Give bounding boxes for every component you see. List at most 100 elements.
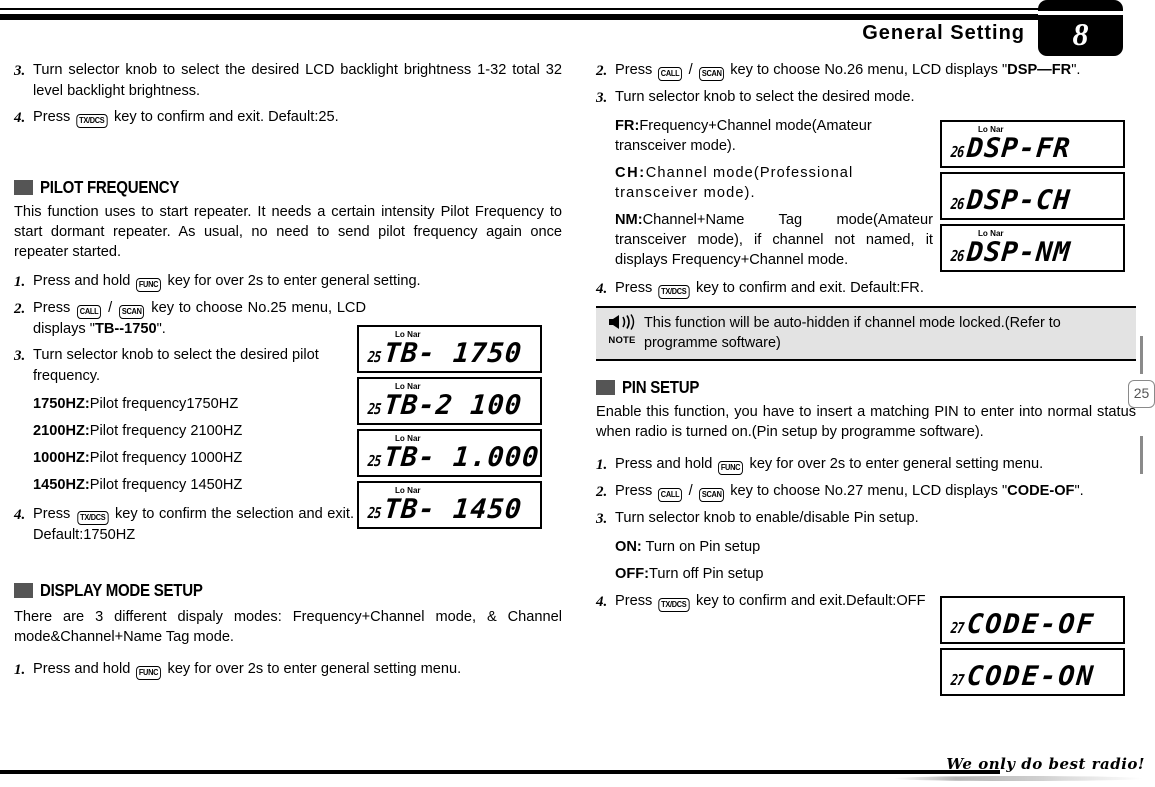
option-item: CH:Channel mode(Professional transceiver…: [615, 163, 933, 203]
step-number: 3.: [14, 348, 26, 364]
lcd-panel: Lo Nar 26 DSP-FR: [940, 120, 1125, 168]
lcd-panel: Lo Nar 25 TB-2 100: [357, 377, 542, 425]
option-desc: Turn off Pin setup: [649, 566, 764, 582]
option-item: NM:Channel+Name Tag mode(Amateur transce…: [615, 210, 933, 270]
note-text: This function will be auto-hidden if cha…: [644, 315, 1061, 351]
key-separator: /: [108, 300, 113, 316]
step-text-tail: ".: [1074, 483, 1084, 499]
lcd-text: TB-2 100: [382, 390, 524, 421]
step-text-pre: Press: [33, 109, 71, 125]
step-number: 3.: [14, 63, 26, 79]
func-key-icon[interactable]: FUNC: [718, 461, 744, 475]
step-text: Press CALL / SCAN key to choose No.27 me…: [615, 481, 1136, 502]
txdcs-key-icon[interactable]: TX/DCS: [658, 598, 690, 612]
lcd-readout: 25 TB- 1750: [367, 338, 524, 369]
step-row: 1. Press and hold FUNC key for over 2s t…: [14, 271, 562, 293]
scan-key-icon[interactable]: SCAN: [119, 305, 145, 319]
call-key-icon[interactable]: CALL: [658, 67, 683, 81]
step-text: Press and hold FUNC key for over 2s to e…: [615, 454, 1136, 475]
step-text-post: key to confirm and exit.Default:OFF: [695, 593, 926, 609]
step-number: 3.: [596, 90, 608, 106]
lcd-text: DSP-NM: [965, 237, 1073, 268]
lcd-panel: Lo Nar 26 DSP-NM: [940, 224, 1125, 272]
option-item: ON: Turn on Pin setup: [615, 537, 1136, 557]
lcd-menu-index: 26: [950, 195, 965, 213]
margin-tick-bottom: [1140, 436, 1143, 474]
step-text-post: key to choose No.26 menu, LCD displays ": [730, 62, 1008, 78]
lcd-menu-index: 27: [950, 619, 965, 637]
step-text: Press and hold FUNC key for over 2s to e…: [33, 659, 562, 680]
option-label: ON:: [615, 539, 642, 555]
speaker-icon: [609, 314, 635, 330]
step-text-pre: Press: [615, 483, 653, 499]
right-column: 2. Press CALL / SCAN key to choose No.26…: [596, 0, 1136, 618]
lcd-panel: 27 CODE-OF: [940, 596, 1125, 644]
lcd-menu-index: 27: [950, 671, 965, 689]
section-bullet-icon: [14, 180, 33, 195]
page-number-margin: 25: [1128, 330, 1155, 480]
txdcs-key-icon[interactable]: TX/DCS: [658, 285, 690, 299]
lcd-readout: 26 DSP-FR: [950, 133, 1073, 164]
func-key-icon[interactable]: FUNC: [136, 666, 162, 680]
step-number: 2.: [596, 484, 608, 500]
step-text: Press and hold FUNC key for over 2s to e…: [33, 271, 562, 292]
lcd-display-value: DSP—FR: [1007, 62, 1072, 78]
key-separator: /: [688, 483, 693, 499]
scan-key-icon[interactable]: SCAN: [698, 488, 725, 502]
section-title: DISPLAY MODE SETUP: [40, 580, 203, 600]
option-desc: Pilot frequency1750HZ: [89, 396, 239, 412]
call-key-icon[interactable]: CALL: [77, 305, 102, 319]
lcd-readout: 25 TB- 1.000: [367, 442, 541, 473]
step-number: 1.: [596, 457, 608, 473]
scan-key-icon[interactable]: SCAN: [698, 67, 725, 81]
lcd-text: DSP-FR: [965, 133, 1073, 164]
step-number: 4.: [596, 281, 608, 297]
step-row: 2. Press CALL / SCAN key to choose No.26…: [596, 60, 1136, 82]
step-row: 2. Press CALL / SCAN key to choose No.27…: [596, 481, 1136, 503]
txdcs-key-icon[interactable]: TX/DCS: [77, 511, 109, 525]
step-text-pre: Press: [33, 506, 71, 522]
step-text-tail: ".: [156, 321, 166, 337]
lcd-panel: Lo Nar 25 TB- 1450: [357, 481, 542, 529]
lcd-readout: 26 DSP-CH: [950, 185, 1073, 216]
lcd-menu-index: 26: [950, 143, 965, 161]
margin-tick-top: [1140, 336, 1143, 374]
lcd-text: DSP-CH: [965, 185, 1073, 216]
lcd-readout: 26 DSP-NM: [950, 237, 1073, 268]
step-text-post: key for over 2s to enter general setting…: [167, 273, 421, 289]
note-box: NOTE This function will be auto-hidden i…: [596, 306, 1136, 361]
option-desc: Pilot frequency 2100HZ: [89, 423, 243, 439]
step-text-pre: Press and hold: [615, 456, 713, 472]
option-label: CH:: [615, 165, 646, 181]
lcd-readout: 25 TB-2 100: [367, 390, 524, 421]
call-key-icon[interactable]: CALL: [658, 488, 683, 502]
lcd-text: CODE-OF: [965, 609, 1097, 640]
section-intro: This function uses to start repeater. It…: [14, 204, 562, 260]
lcd-readout: 27 CODE-ON: [950, 661, 1096, 692]
step-text-pre: Press and hold: [33, 273, 131, 289]
step-text-post: key to choose No.27 menu, LCD displays ": [730, 483, 1008, 499]
step-row: 3. Turn selector knob to select the desi…: [14, 345, 366, 387]
lcd-panel: 26 DSP-CH: [940, 172, 1125, 220]
section-bullet-icon: [14, 583, 33, 598]
lcd-menu-index: 25: [367, 400, 382, 418]
step-row: 1. Press and hold FUNC key for over 2s t…: [14, 659, 562, 681]
footer-tagline: We only do best radio!: [946, 755, 1145, 773]
key-separator: /: [688, 62, 693, 78]
func-key-icon[interactable]: FUNC: [136, 278, 162, 292]
option-desc: Turn on Pin setup: [641, 539, 761, 555]
step-text: Turn selector knob to select the desired…: [33, 62, 562, 99]
lcd-text: TB- 1750: [382, 338, 524, 369]
section-title: PILOT FREQUENCY: [40, 177, 180, 197]
step-text: Press TX/DCS key to confirm and exit. De…: [33, 107, 562, 128]
lcd-panel: 27 CODE-ON: [940, 648, 1125, 696]
lcd-text: TB- 1.000: [382, 442, 541, 473]
page-number: 25: [1128, 380, 1155, 408]
step-number: 2.: [596, 63, 608, 79]
option-label: FR:: [615, 118, 640, 134]
option-desc: Channel+Name Tag mode(Amateur transceive…: [615, 212, 933, 268]
txdcs-key-icon[interactable]: TX/DCS: [76, 114, 108, 128]
lcd-panel: Lo Nar 25 TB- 1750: [357, 325, 542, 373]
step-text-pre: Press: [33, 300, 71, 316]
option-item: FR:Frequency+Channel mode(Amateur transc…: [615, 116, 933, 156]
